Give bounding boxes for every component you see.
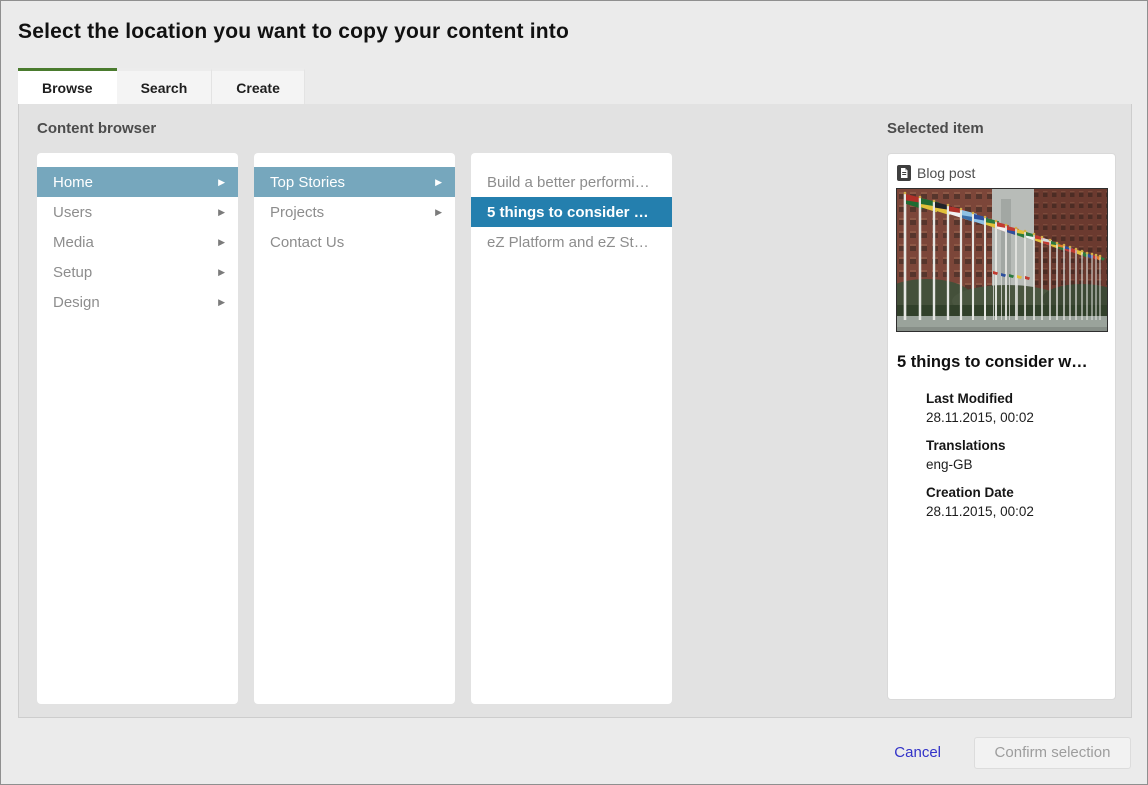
browser-item-label: eZ Platform and eZ St… bbox=[487, 234, 649, 251]
chevron-right-icon: ▶ bbox=[435, 208, 442, 217]
tab-create[interactable]: Create bbox=[212, 68, 305, 104]
selected-item-meta: Last Modified 28.11.2015, 00:02 Translat… bbox=[926, 389, 1034, 530]
browser-item-label: Users bbox=[53, 204, 92, 221]
browser-item-build-better[interactable]: Build a better performi… bbox=[471, 167, 672, 197]
cancel-button[interactable]: Cancel bbox=[894, 744, 941, 761]
chevron-right-icon: ▶ bbox=[218, 298, 225, 307]
browser-item-projects[interactable]: Projects ▶ bbox=[254, 197, 455, 227]
browser-item-label: Projects bbox=[270, 204, 324, 221]
browser-item-label: Build a better performi… bbox=[487, 174, 650, 191]
meta-value: 28.11.2015, 00:02 bbox=[926, 408, 1034, 427]
meta-value: eng-GB bbox=[926, 455, 1034, 474]
selected-item-card: Blog post bbox=[887, 153, 1116, 700]
chevron-right-icon: ▶ bbox=[218, 178, 225, 187]
browser-item-5-things[interactable]: 5 things to consider … bbox=[471, 197, 672, 227]
browser-item-contact-us[interactable]: Contact Us bbox=[254, 227, 455, 257]
meta-value: 28.11.2015, 00:02 bbox=[926, 502, 1034, 521]
browser-item-users[interactable]: Users ▶ bbox=[37, 197, 238, 227]
browser-item-label: Contact Us bbox=[270, 234, 344, 251]
browser-item-label: Top Stories bbox=[270, 174, 345, 191]
chevron-right-icon: ▶ bbox=[218, 268, 225, 277]
flags-photo bbox=[896, 188, 1108, 332]
meta-label: Translations bbox=[926, 436, 1034, 455]
browser-item-ez-platform[interactable]: eZ Platform and eZ St… bbox=[471, 227, 672, 257]
browser-item-setup[interactable]: Setup ▶ bbox=[37, 257, 238, 287]
selected-item-title: 5 things to consider w… bbox=[897, 353, 1109, 372]
copy-location-dialog: { "title": "Select the location you want… bbox=[0, 0, 1148, 785]
tab-browse[interactable]: Browse bbox=[18, 68, 117, 104]
browser-column-3: Build a better performi… 5 things to con… bbox=[471, 153, 672, 704]
chevron-right-icon: ▶ bbox=[218, 208, 225, 217]
tab-bar: Browse Search Create bbox=[18, 68, 305, 104]
browser-item-home[interactable]: Home ▶ bbox=[37, 167, 238, 197]
document-icon bbox=[897, 165, 911, 181]
meta-translations: Translations eng-GB bbox=[926, 436, 1034, 474]
meta-label: Last Modified bbox=[926, 389, 1034, 408]
browser-item-label: Media bbox=[53, 234, 94, 251]
page-title: Select the location you want to copy you… bbox=[18, 20, 569, 44]
tab-search[interactable]: Search bbox=[117, 68, 213, 104]
content-browser-heading: Content browser bbox=[37, 120, 156, 137]
browser-item-label: Home bbox=[53, 174, 93, 191]
browser-item-top-stories[interactable]: Top Stories ▶ bbox=[254, 167, 455, 197]
browser-item-label: Setup bbox=[53, 264, 92, 281]
meta-last-modified: Last Modified 28.11.2015, 00:02 bbox=[926, 389, 1034, 427]
content-type-label: Blog post bbox=[917, 165, 975, 181]
chevron-right-icon: ▶ bbox=[435, 178, 442, 187]
browser-column-1: Home ▶ Users ▶ Media ▶ Setup ▶ Design ▶ bbox=[37, 153, 238, 704]
meta-creation-date: Creation Date 28.11.2015, 00:02 bbox=[926, 483, 1034, 521]
browse-panel: Content browser Selected item Home ▶ Use… bbox=[18, 104, 1132, 718]
chevron-right-icon: ▶ bbox=[218, 238, 225, 247]
meta-label: Creation Date bbox=[926, 483, 1034, 502]
browser-item-label: 5 things to consider … bbox=[487, 204, 649, 221]
browser-item-label: Design bbox=[53, 294, 100, 311]
content-type-row: Blog post bbox=[897, 165, 975, 181]
browser-item-design[interactable]: Design ▶ bbox=[37, 287, 238, 317]
selected-item-heading: Selected item bbox=[887, 120, 984, 137]
content-browser-columns: Home ▶ Users ▶ Media ▶ Setup ▶ Design ▶ bbox=[37, 153, 688, 704]
browser-item-media[interactable]: Media ▶ bbox=[37, 227, 238, 257]
browser-column-2: Top Stories ▶ Projects ▶ Contact Us bbox=[254, 153, 455, 704]
confirm-selection-button[interactable]: Confirm selection bbox=[974, 737, 1131, 769]
